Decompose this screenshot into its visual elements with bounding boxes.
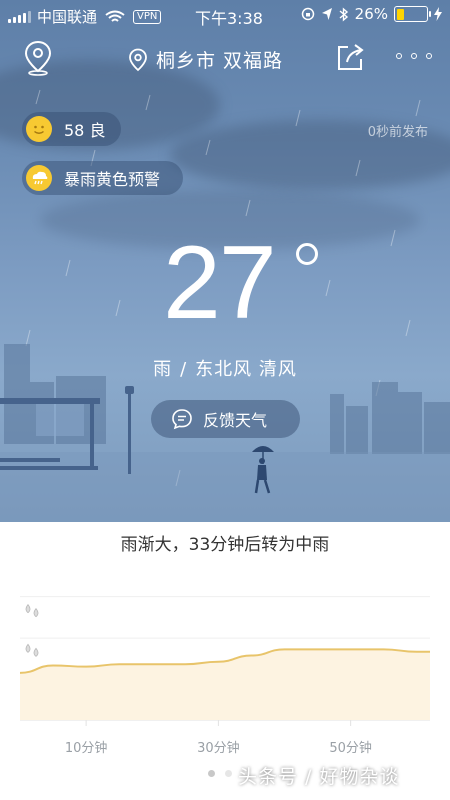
location-arrow-icon	[321, 8, 332, 20]
precipitation-area	[20, 649, 430, 720]
precipitation-chart	[19, 596, 430, 726]
bluetooth-icon	[339, 6, 348, 22]
map-pin-icon	[129, 48, 147, 71]
publish-time: 0秒前发布	[367, 125, 428, 140]
carrier-name: 中国联通	[37, 8, 98, 26]
more-options-icon[interactable]	[396, 46, 432, 66]
battery-fill	[396, 8, 405, 20]
x-tick-label: 50分钟	[329, 741, 372, 756]
location-manage-icon[interactable]	[23, 40, 53, 76]
smiley-face-icon	[26, 116, 52, 142]
page-dot[interactable]	[225, 770, 232, 777]
signal-strength-icon	[8, 10, 31, 23]
weather-feedback-button[interactable]: 反馈天气	[151, 400, 300, 438]
weather-hero: 中国联通 VPN 下午3:38 26% 桐乡市 双福路 58 良 0秒前发布 暴…	[0, 0, 450, 522]
weather-warning-badge[interactable]: 暴雨黄色预警	[22, 161, 183, 195]
page-indicator	[208, 770, 232, 777]
chat-bubble-icon	[172, 409, 192, 430]
current-condition: 雨 / 东北风 清风	[0, 355, 450, 381]
degree-symbol	[296, 243, 318, 265]
weather-warning-text: 暴雨黄色预警	[64, 170, 161, 189]
vpn-badge: VPN	[133, 9, 162, 24]
x-tick-label: 10分钟	[64, 741, 108, 756]
city-name: 桐乡市 双福路	[156, 50, 284, 72]
air-quality-badge[interactable]: 58 良	[22, 112, 121, 146]
moderate-rain-icon	[25, 643, 39, 657]
precipitation-summary: 雨渐大，33分钟后转为中雨	[120, 535, 330, 555]
city-selector[interactable]: 桐乡市 双福路	[128, 46, 283, 73]
current-temperature: 27	[163, 225, 277, 341]
top-nav: 桐乡市 双福路	[0, 38, 450, 82]
wind-text: 东北风 清风	[195, 359, 297, 380]
air-quality-text: 58 良	[64, 121, 106, 140]
x-tick-label: 30分钟	[197, 741, 240, 756]
clock: 下午3:38	[195, 9, 263, 28]
status-bar: 中国联通 VPN 下午3:38 26%	[0, 0, 450, 30]
watermark-text: 头条号 / 好物杂谈	[238, 766, 400, 788]
condition-separator: /	[180, 359, 188, 380]
page-dot[interactable]	[208, 770, 215, 777]
heavy-rain-icon	[25, 603, 39, 618]
weather-text: 雨	[153, 359, 173, 380]
charging-bolt-icon	[434, 7, 442, 21]
battery-icon	[394, 6, 431, 22]
rotation-lock-icon	[301, 7, 314, 21]
chart-x-tick-marks	[85, 720, 352, 726]
share-icon[interactable]	[335, 42, 365, 72]
feedback-label: 反馈天气	[203, 411, 268, 430]
wifi-icon	[105, 10, 125, 22]
battery-percentage: 26%	[354, 5, 388, 23]
rainstorm-warning-icon	[26, 165, 52, 191]
